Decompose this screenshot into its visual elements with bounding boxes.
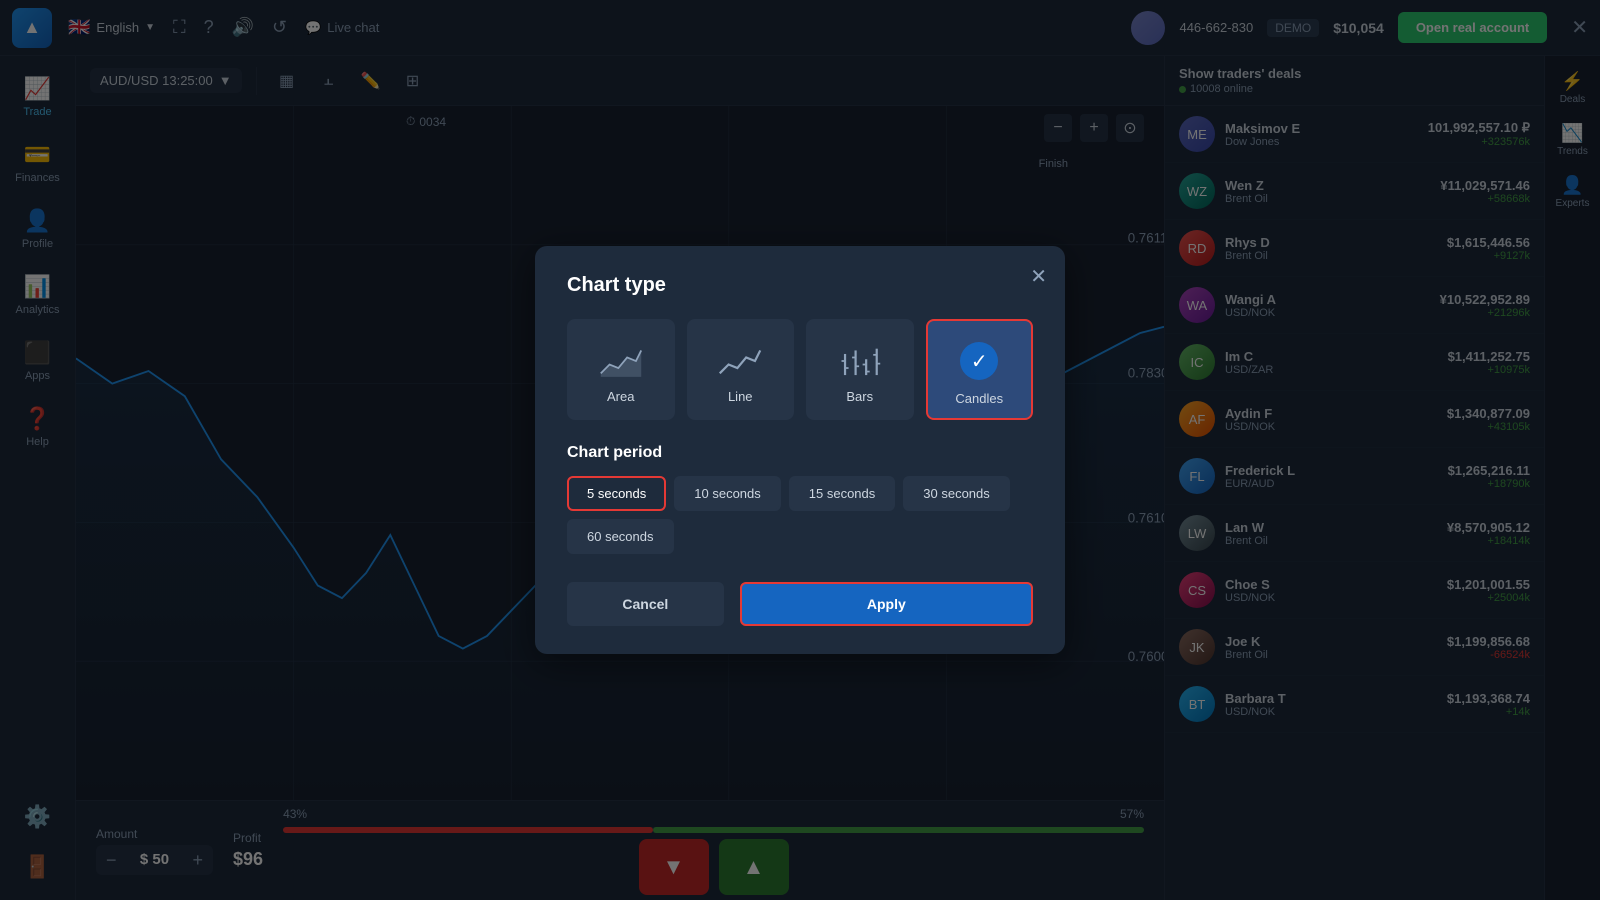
area-label: Area xyxy=(607,389,634,404)
chart-types: Area Line xyxy=(567,319,1033,420)
line-chart-icon xyxy=(718,341,762,381)
line-label: Line xyxy=(728,389,753,404)
modal-overlay: Chart type ✕ Area Line xyxy=(0,0,1600,900)
bars-label: Bars xyxy=(846,389,873,404)
chart-type-bars[interactable]: Bars xyxy=(806,319,914,420)
period-30s-button[interactable]: 30 seconds xyxy=(903,476,1010,511)
apply-button[interactable]: Apply xyxy=(740,582,1033,626)
period-5s-button[interactable]: 5 seconds xyxy=(567,476,666,511)
cancel-button[interactable]: Cancel xyxy=(567,582,724,626)
bars-chart-icon xyxy=(838,341,882,381)
candles-check: ✓ xyxy=(957,339,1001,383)
chart-type-modal: Chart type ✕ Area Line xyxy=(535,246,1065,654)
period-options: 5 seconds 10 seconds 15 seconds 30 secon… xyxy=(567,476,1033,554)
modal-title: Chart type xyxy=(567,274,1033,297)
period-15s-button[interactable]: 15 seconds xyxy=(789,476,896,511)
check-circle: ✓ xyxy=(960,342,998,380)
period-60s-button[interactable]: 60 seconds xyxy=(567,519,674,554)
modal-actions: Cancel Apply xyxy=(567,582,1033,626)
chart-type-line[interactable]: Line xyxy=(687,319,795,420)
candles-label: Candles xyxy=(955,391,1003,406)
chart-period-title: Chart period xyxy=(567,444,1033,462)
chart-type-candles[interactable]: ✓ Candles xyxy=(926,319,1034,420)
period-10s-button[interactable]: 10 seconds xyxy=(674,476,781,511)
area-chart-icon xyxy=(599,341,643,381)
chart-type-area[interactable]: Area xyxy=(567,319,675,420)
modal-close-button[interactable]: ✕ xyxy=(1030,264,1047,289)
